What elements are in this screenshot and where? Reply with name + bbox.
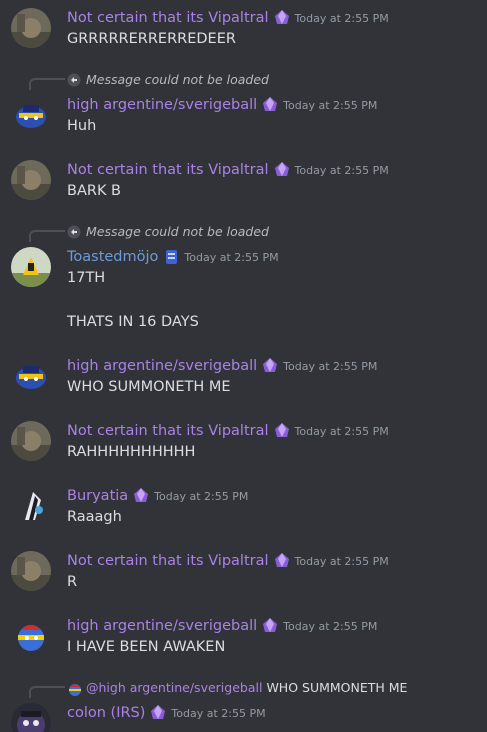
timestamp: Today at 2:55 PM: [154, 489, 249, 503]
message: high argentine/sverigeball Today at 2:55…: [0, 348, 487, 408]
reply-avatar[interactable]: [67, 681, 83, 697]
avatar-sverigeball[interactable]: [11, 95, 51, 135]
message: Message could not be loaded high argenti…: [0, 66, 487, 148]
reply-spine: [29, 78, 65, 90]
message: Not certain that its Vipaltral Today at …: [0, 0, 487, 60]
message-text: Huh: [67, 118, 97, 134]
avatar-toastedmojo[interactable]: [11, 247, 51, 287]
nitro-crystal-icon: [260, 357, 280, 375]
reply-preview[interactable]: Message could not be loaded: [86, 72, 269, 87]
username[interactable]: Buryatia: [67, 488, 128, 504]
message: Buryatia Today at 2:55 PM Raaagh: [0, 478, 487, 538]
message-text: RAHHHHHHHHHH: [67, 444, 196, 460]
avatar-sverigeball[interactable]: [11, 356, 51, 396]
username[interactable]: Not certain that its Vipaltral: [67, 423, 269, 439]
reply-preview[interactable]: Message could not be loaded: [86, 224, 269, 239]
avatar-buryatia[interactable]: [11, 486, 51, 526]
nitro-crystal-icon: [272, 9, 292, 27]
reply-mention[interactable]: @high argentine/sverigeball: [86, 680, 262, 695]
timestamp: Today at 2:55 PM: [283, 619, 378, 633]
reply-preview[interactable]: @high argentine/sverigeball WHO SUMMONETH…: [86, 680, 407, 695]
message-text: GRRRRRERRERREDEER: [67, 31, 236, 47]
avatar-vipaltral[interactable]: [11, 421, 51, 461]
message: high argentine/sverigeball Today at 2:55…: [0, 608, 487, 668]
username[interactable]: Not certain that its Vipaltral: [67, 553, 269, 569]
reply-content: WHO SUMMONETH ME: [266, 680, 408, 695]
message-text: 17TH: [67, 270, 106, 286]
timestamp: Today at 2:55 PM: [294, 11, 389, 25]
timestamp: Today at 2:55 PM: [283, 98, 378, 112]
timestamp: Today at 2:55 PM: [184, 250, 279, 264]
reply-spine: [29, 686, 65, 698]
reply-spine: [29, 230, 65, 242]
username[interactable]: high argentine/sverigeball: [67, 618, 257, 634]
timestamp: Today at 2:55 PM: [283, 359, 378, 373]
username[interactable]: Not certain that its Vipaltral: [67, 162, 269, 178]
timestamp: Today at 2:55 PM: [294, 163, 389, 177]
username[interactable]: colon (IRS): [67, 705, 145, 721]
avatar-vipaltral[interactable]: [11, 8, 51, 48]
username[interactable]: high argentine/sverigeball: [67, 97, 257, 113]
timestamp: Today at 2:55 PM: [294, 424, 389, 438]
username[interactable]: Toastedmöjo: [67, 249, 158, 265]
chat-message-list: Not certain that its Vipaltral Today at …: [0, 0, 487, 732]
avatar-vipaltral[interactable]: [11, 160, 51, 200]
message: Not certain that its Vipaltral Today at …: [0, 152, 487, 212]
reply-arrow-icon: [67, 225, 81, 239]
nitro-crystal-icon: [148, 704, 168, 722]
avatar-sverigeball-flag[interactable]: [11, 616, 51, 656]
message: @high argentine/sverigeball WHO SUMMONETH…: [0, 674, 487, 732]
nitro-crystal-icon: [260, 617, 280, 635]
message: Not certain that its Vipaltral Today at …: [0, 413, 487, 473]
username[interactable]: high argentine/sverigeball: [67, 358, 257, 374]
reply-arrow-icon: [67, 73, 81, 87]
timestamp: Today at 2:55 PM: [171, 706, 266, 720]
message-text: WHO SUMMONETH ME: [67, 379, 231, 395]
message: Message could not be loaded Toastedmöjo …: [0, 218, 487, 342]
nitro-crystal-icon: [272, 422, 292, 440]
timestamp: Today at 2:55 PM: [294, 554, 389, 568]
nitro-crystal-icon: [260, 96, 280, 114]
nitro-crystal-icon: [272, 552, 292, 570]
nitro-crystal-icon: [272, 161, 292, 179]
message-text: I HAVE BEEN AWAKEN: [67, 639, 226, 655]
message-text: BARK B: [67, 183, 122, 199]
message-text: R: [67, 574, 78, 590]
blue-card-icon: [161, 248, 181, 266]
avatar-vipaltral[interactable]: [11, 551, 51, 591]
message-text: Raaagh: [67, 509, 122, 525]
username[interactable]: Not certain that its Vipaltral: [67, 10, 269, 26]
message: Not certain that its Vipaltral Today at …: [0, 543, 487, 603]
nitro-crystal-icon: [131, 487, 151, 505]
avatar-colon-irs[interactable]: [11, 703, 51, 732]
message-text: THATS IN 16 DAYS: [67, 314, 199, 330]
